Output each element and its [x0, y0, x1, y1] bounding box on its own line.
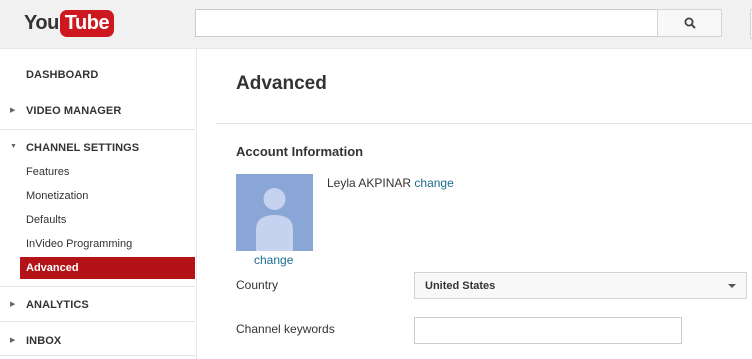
- sidebar-item-defaults[interactable]: Defaults: [26, 214, 66, 226]
- sidebar-item-features[interactable]: Features: [26, 166, 69, 178]
- country-value: United States: [425, 279, 496, 292]
- search-button[interactable]: [657, 9, 722, 37]
- search-icon: [684, 17, 696, 29]
- nav-analytics[interactable]: ANALYTICS: [26, 299, 89, 311]
- search-input[interactable]: [195, 9, 657, 37]
- title-divider: [216, 123, 752, 124]
- nav-dashboard[interactable]: DASHBOARD: [26, 69, 98, 81]
- main-content: Advanced Account Information Leyla AKPIN…: [197, 49, 752, 359]
- logo-you-text: You: [24, 11, 59, 34]
- change-name-link[interactable]: change: [414, 176, 453, 190]
- chevron-right-icon[interactable]: ▶: [10, 300, 15, 308]
- sidebar-item-label: Advanced: [26, 262, 79, 274]
- top-header: You Tube: [0, 0, 752, 49]
- sidebar: DASHBOARD ▶ VIDEO MANAGER ▼ CHANNEL SETT…: [0, 49, 197, 359]
- avatar[interactable]: [236, 174, 313, 251]
- chevron-right-icon[interactable]: ▶: [10, 336, 15, 344]
- nav-channel-settings[interactable]: CHANNEL SETTINGS: [26, 142, 139, 154]
- youtube-logo[interactable]: You Tube: [24, 9, 115, 37]
- section-title: Account Information: [236, 144, 364, 159]
- account-name-line: Leyla AKPINAR change: [327, 176, 454, 190]
- sidebar-divider: [0, 355, 195, 356]
- country-label: Country: [236, 278, 279, 292]
- chevron-right-icon[interactable]: ▶: [10, 106, 15, 114]
- sidebar-divider: [0, 129, 195, 130]
- account-name: Leyla AKPINAR: [327, 176, 412, 190]
- channel-keywords-input[interactable]: [414, 317, 682, 344]
- sidebar-divider: [0, 286, 195, 287]
- sidebar-divider: [0, 321, 195, 322]
- sidebar-item-advanced[interactable]: Advanced: [20, 257, 195, 279]
- change-avatar-link[interactable]: change: [254, 253, 293, 267]
- dropdown-caret-icon: [728, 283, 736, 288]
- nav-video-manager[interactable]: VIDEO MANAGER: [26, 105, 121, 117]
- country-select[interactable]: United States: [414, 272, 747, 299]
- channel-keywords-label: Channel keywords: [236, 322, 335, 336]
- user-silhouette-icon: [256, 188, 293, 251]
- logo-tube-text: Tube: [59, 9, 115, 37]
- sidebar-item-invideo-programming[interactable]: InVideo Programming: [26, 238, 132, 250]
- chevron-down-icon[interactable]: ▼: [10, 143, 17, 150]
- nav-inbox[interactable]: INBOX: [26, 335, 61, 347]
- page-title: Advanced: [236, 73, 327, 94]
- sidebar-item-monetization[interactable]: Monetization: [26, 190, 88, 202]
